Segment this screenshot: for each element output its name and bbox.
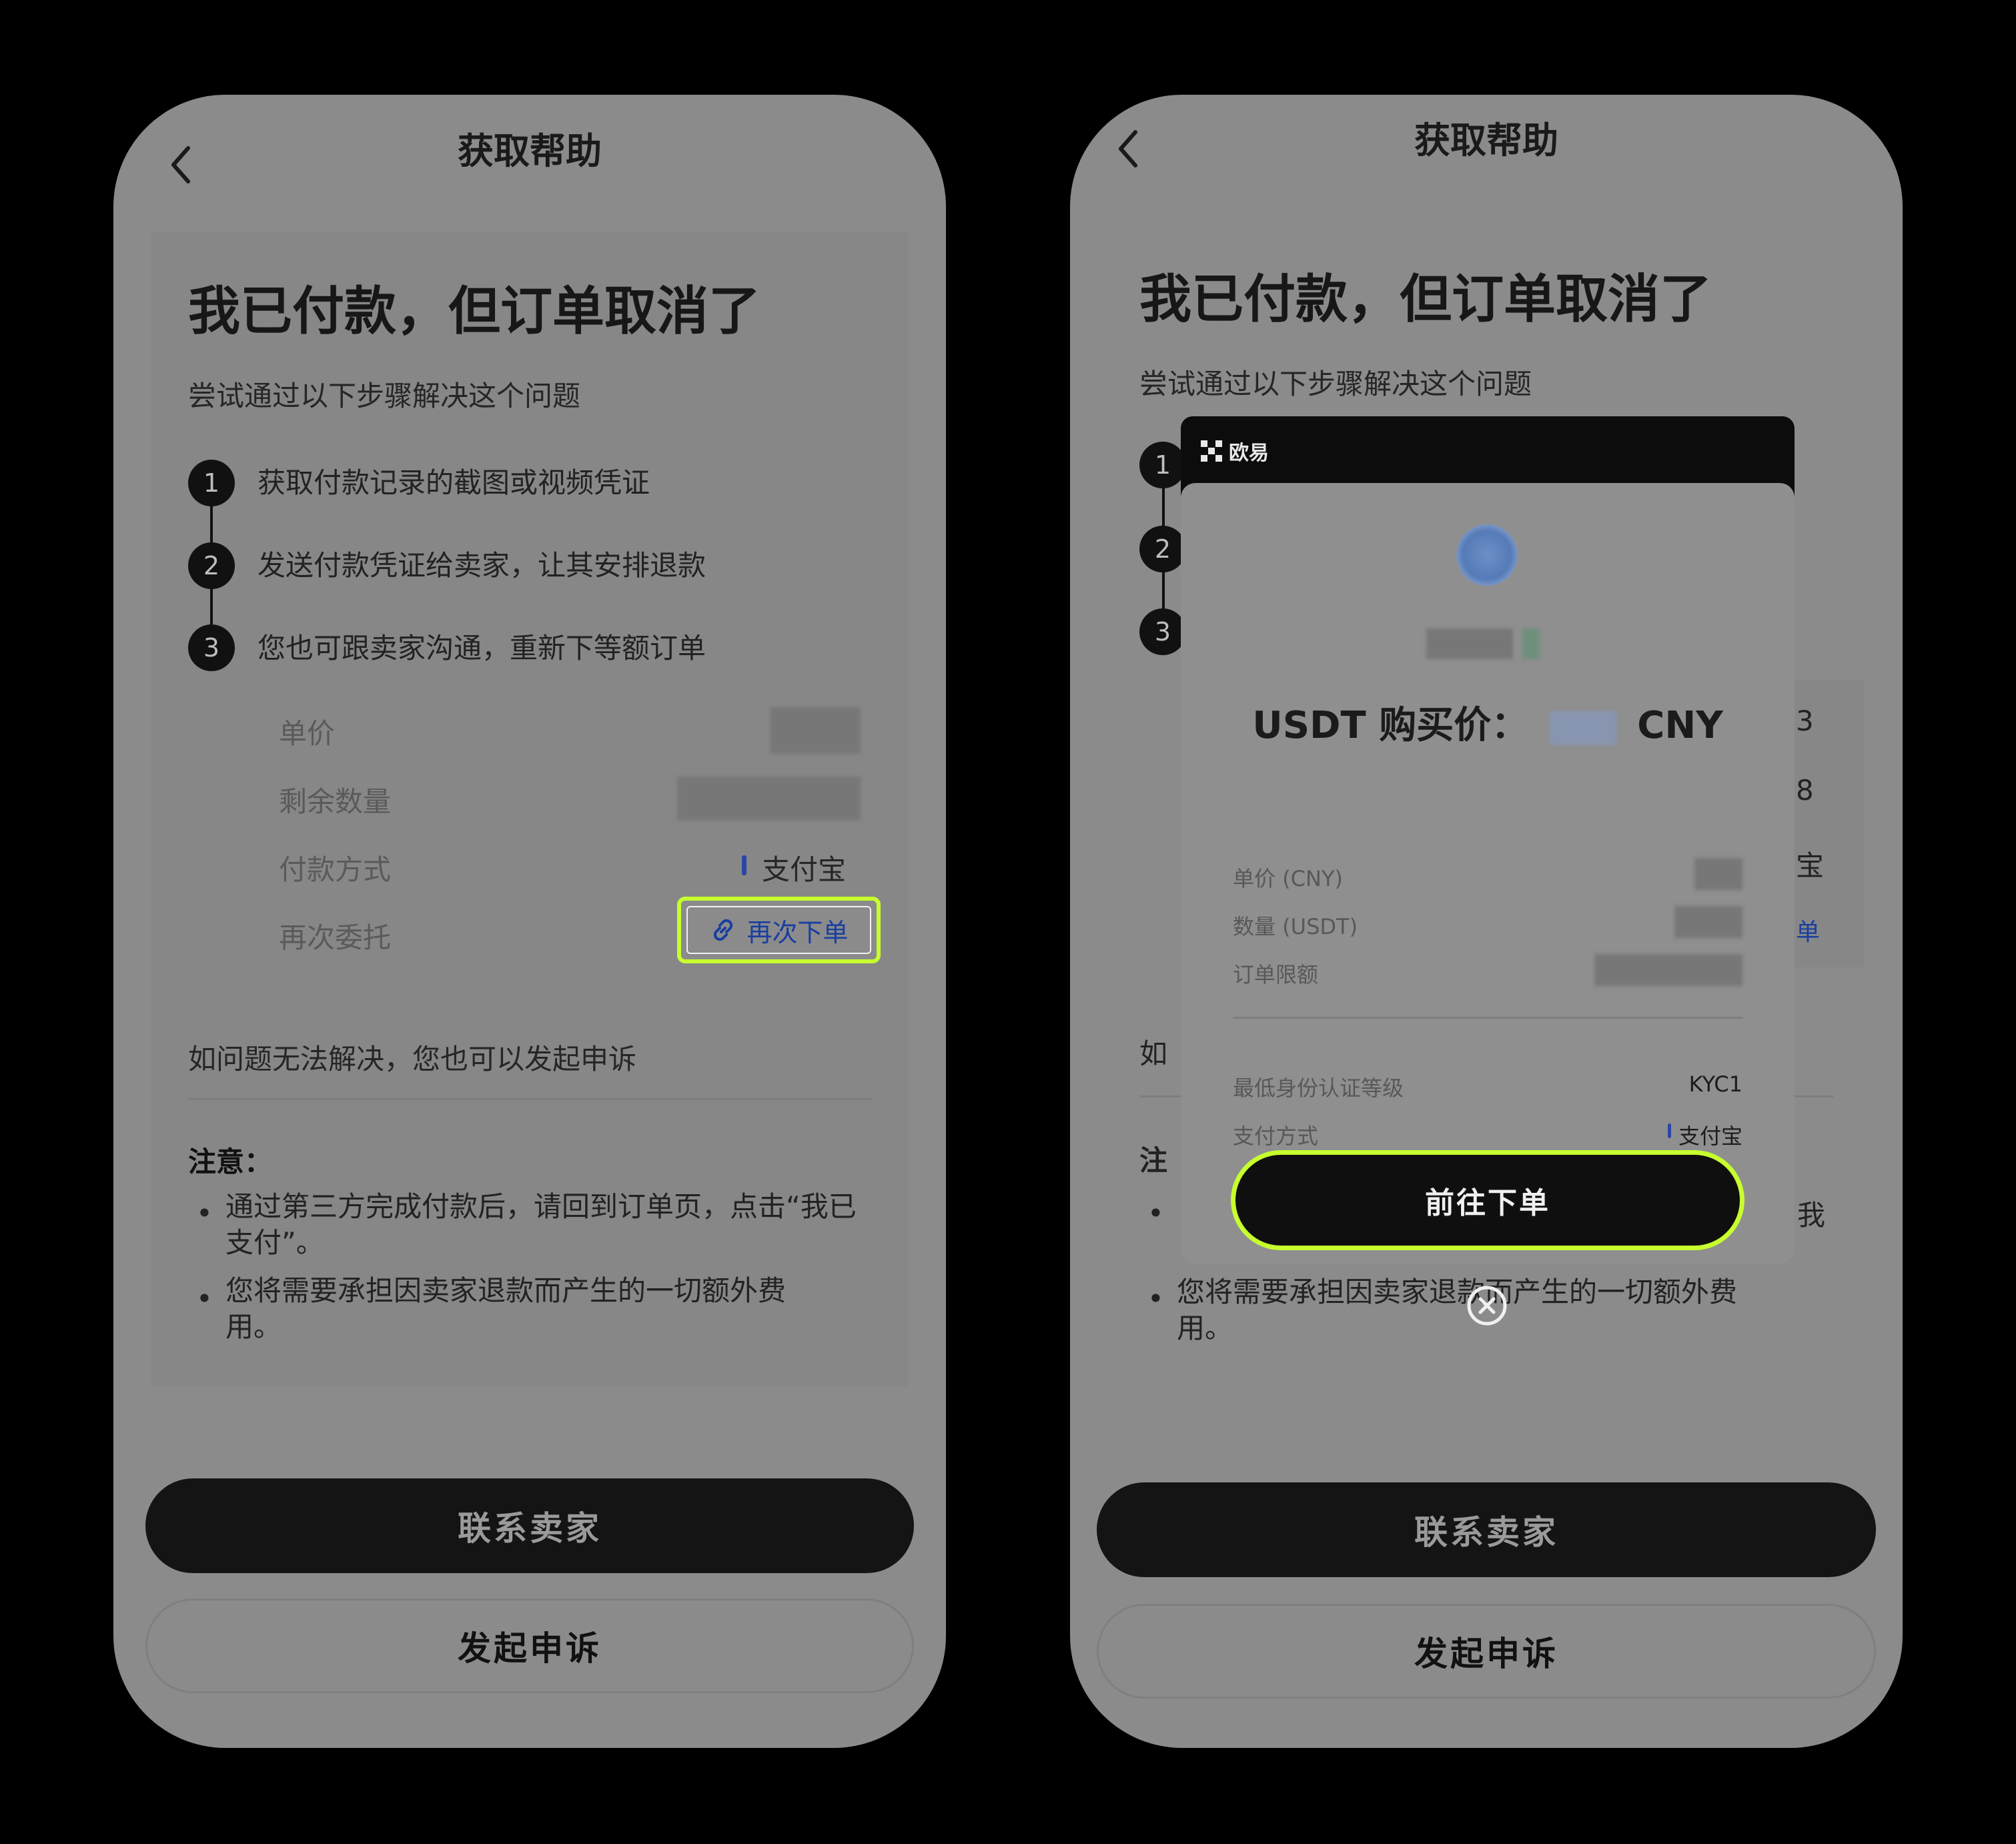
brand: 欧易	[1201, 436, 1269, 466]
payment-method-value: 支付宝	[762, 853, 847, 886]
bullet-dot: •	[1147, 1197, 1164, 1230]
headline: 我已付款，但订单取消了	[188, 282, 761, 342]
contact-seller-button[interactable]: 联系卖家	[1097, 1482, 1876, 1577]
modal-divider	[1233, 1017, 1742, 1019]
step-number: 1	[1139, 442, 1186, 488]
appeal-button[interactable]: 发起申诉	[145, 1598, 914, 1693]
partial-value: 8	[1796, 774, 1814, 807]
link-icon	[714, 919, 733, 941]
partial-value: 3	[1796, 705, 1814, 737]
step-number: 2	[188, 542, 235, 589]
unit-price-label: 单价 (CNY)	[1233, 866, 1343, 891]
kyc-level-value: KYC1	[1688, 1071, 1742, 1097]
goto-order-button[interactable]: 前往下单	[1231, 1150, 1744, 1250]
price-prefix: USDT 购买价：	[1252, 704, 1529, 747]
page-title: 获取帮助	[458, 130, 602, 172]
quantity-value-redacted	[1674, 906, 1742, 938]
appeal-hint-partial: 如	[1139, 1037, 1168, 1070]
merchant-name-redacted	[1426, 628, 1513, 659]
bullet-dot: •	[1147, 1282, 1164, 1315]
notice-item-partial: 我	[1797, 1199, 1826, 1232]
subtitle: 尝试通过以下步骤解决这个问题	[1139, 368, 1532, 400]
contact-seller-button[interactable]: 联系卖家	[145, 1478, 914, 1573]
quantity-label: 数量 (USDT)	[1233, 914, 1358, 939]
unit-price-value-redacted	[1694, 858, 1742, 890]
remaining-quantity-value-redacted	[677, 777, 861, 821]
payment-method-label: 支付方式	[1233, 1123, 1319, 1149]
appeal-button[interactable]: 发起申诉	[1097, 1604, 1876, 1699]
page-title: 获取帮助	[1414, 119, 1558, 161]
unit-price-value-redacted	[771, 707, 861, 754]
avatar	[1456, 524, 1518, 586]
partial-value: 单	[1796, 919, 1821, 946]
kyc-level-label: 最低身份认证等级	[1233, 1075, 1404, 1101]
unit-price-label: 单价	[279, 717, 336, 750]
reorder-button-label: 再次下单	[746, 917, 849, 947]
step-text: 获取付款记录的截图或视频凭证	[258, 466, 650, 499]
headline: 我已付款，但订单取消了	[1139, 270, 1712, 330]
reorder-button[interactable]: 再次下单	[677, 897, 881, 963]
subtitle: 尝试通过以下步骤解决这个问题	[188, 380, 581, 412]
brand-name: 欧易	[1229, 442, 1269, 465]
close-circle-icon[interactable]	[1465, 1284, 1509, 1328]
step-number: 2	[1139, 526, 1186, 572]
partial-value: 宝	[1796, 849, 1825, 882]
phone-screen-left: 获取帮助 我已付款，但订单取消了 尝试通过以下步骤解决这个问题 1 获取付款记录…	[113, 95, 946, 1748]
reorder-label: 再次委托	[279, 921, 392, 954]
step-number: 3	[188, 624, 235, 671]
price-value-redacted	[1549, 711, 1616, 745]
notice-title-partial: 注	[1139, 1144, 1168, 1177]
bullet-dot: •	[196, 1282, 213, 1315]
notice-item: 通过第三方完成付款后，请回到订单页，点击“我已支付”。	[225, 1190, 857, 1259]
usdt-price: USDT 购买价： CNY	[1181, 695, 1795, 749]
alipay-indicator	[742, 855, 746, 875]
step-number: 3	[1139, 608, 1186, 655]
okx-logo-icon	[1201, 440, 1222, 462]
step-number: 1	[188, 460, 235, 506]
merchant-badge-redacted	[1522, 628, 1540, 659]
phone-screen-right: 获取帮助 我已付款，但订单取消了 尝试通过以下步骤解决这个问题 1 2 3 3 …	[1070, 95, 1903, 1748]
remaining-quantity-label: 剩余数量	[279, 785, 392, 818]
step-text: 发送付款凭证给卖家，让其安排退款	[258, 549, 706, 582]
notice-title: 注意：	[188, 1145, 273, 1178]
order-limit-label: 订单限额	[1233, 962, 1319, 987]
modal-body: USDT 购买价： CNY 单价 (CNY) 数量 (USDT) 订单限额 最低…	[1181, 483, 1795, 1264]
notice-item: 您将需要承担因卖家退款而产生的一切额外费用。	[225, 1274, 787, 1343]
order-modal: 欧易 USDT 购买价： CNY 单价 (CNY) 数量 (USDT) 订单限额…	[1181, 416, 1795, 1264]
step-text: 您也可跟卖家沟通，重新下等额订单	[258, 632, 706, 664]
price-suffix: CNY	[1637, 704, 1723, 747]
appeal-hint: 如问题无法解决，您也可以发起申诉	[188, 1043, 637, 1075]
order-limit-value-redacted	[1594, 954, 1742, 986]
bullet-dot: •	[196, 1197, 213, 1230]
divider	[188, 1098, 871, 1100]
payment-method-label: 付款方式	[279, 853, 392, 886]
payment-method-value: 支付宝	[1678, 1123, 1742, 1149]
alipay-indicator	[1668, 1123, 1671, 1138]
